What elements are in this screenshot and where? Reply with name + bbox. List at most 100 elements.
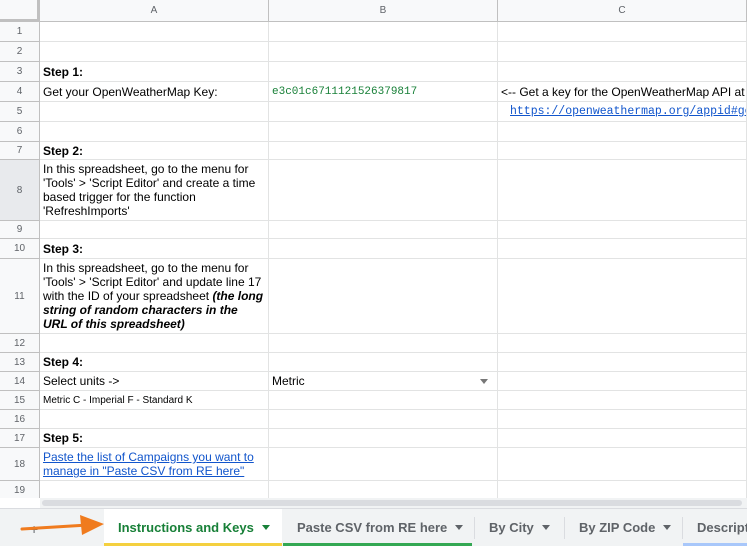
tab-by-zip-code[interactable]: By ZIP Code (565, 509, 682, 546)
table-row: 3 Step 1: (0, 62, 747, 82)
cell-a19[interactable] (40, 481, 269, 498)
cell-b13[interactable] (269, 353, 498, 372)
row-header[interactable]: 4 (0, 82, 40, 102)
cell-b10[interactable] (269, 239, 498, 259)
cell-a1[interactable] (40, 22, 269, 42)
row-header[interactable]: 2 (0, 42, 40, 62)
chevron-down-icon[interactable] (480, 378, 488, 384)
tab-description[interactable]: Descript (683, 509, 747, 546)
cell-b17[interactable] (269, 429, 498, 448)
row-header[interactable]: 8 (0, 160, 40, 221)
select-all-corner[interactable] (0, 0, 40, 22)
cell-a6[interactable] (40, 122, 269, 142)
cell-a2[interactable] (40, 42, 269, 62)
row-header[interactable]: 16 (0, 410, 40, 429)
cell-c16[interactable] (498, 410, 747, 429)
column-header-a[interactable]: A (40, 0, 269, 22)
cell-b11[interactable] (269, 259, 498, 334)
cell-c11[interactable] (498, 259, 747, 334)
chevron-down-icon[interactable] (455, 525, 464, 530)
cell-b16[interactable] (269, 410, 498, 429)
cell-b2[interactable] (269, 42, 498, 62)
api-key-value[interactable]: e3c01c6711121526379817 (269, 82, 498, 102)
api-key-label[interactable]: Get your OpenWeatherMap Key: (40, 82, 269, 102)
cell-b5[interactable] (269, 102, 498, 122)
step-3-instructions[interactable]: In this spreadsheet, go to the menu for … (40, 259, 269, 334)
cell-b1[interactable] (269, 22, 498, 42)
table-row: 5 https://openweathermap.org/appid#get (0, 102, 747, 122)
cell-c19[interactable] (498, 481, 747, 498)
cell-b12[interactable] (269, 334, 498, 353)
row-header[interactable]: 18 (0, 448, 40, 481)
cell-a16[interactable] (40, 410, 269, 429)
tab-instructions-and-keys[interactable]: Instructions and Keys (104, 509, 282, 546)
cell-b6[interactable] (269, 122, 498, 142)
cell-a9[interactable] (40, 221, 269, 239)
units-dropdown[interactable]: Metric (269, 372, 498, 391)
cell-a5[interactable] (40, 102, 269, 122)
row-header[interactable]: 17 (0, 429, 40, 448)
table-row: 12 (0, 334, 747, 353)
step-5-link[interactable]: Paste the list of Campaigns you want to … (40, 448, 269, 481)
row-header[interactable]: 10 (0, 239, 40, 259)
chevron-down-icon[interactable] (541, 525, 550, 530)
cell-b19[interactable] (269, 481, 498, 498)
openweathermap-link[interactable]: https://openweathermap.org/appid#get (498, 102, 747, 122)
cell-b7[interactable] (269, 142, 498, 160)
cell-b15[interactable] (269, 391, 498, 410)
step-1-heading[interactable]: Step 1: (40, 62, 269, 82)
tab-paste-csv-from-re-here[interactable]: Paste CSV from RE here (283, 509, 472, 546)
column-header-b[interactable]: B (269, 0, 498, 22)
row-header[interactable]: 11 (0, 259, 40, 334)
table-row: 14 Select units -> Metric (0, 372, 747, 391)
cell-b18[interactable] (269, 448, 498, 481)
step-5-heading[interactable]: Step 5: (40, 429, 269, 448)
cell-c1[interactable] (498, 22, 747, 42)
cell-c17[interactable] (498, 429, 747, 448)
cell-b3[interactable] (269, 62, 498, 82)
spreadsheet-grid[interactable]: A B C 1 2 3 Step 1: 4 Get your OpenWeath… (0, 0, 747, 498)
cell-c14[interactable] (498, 372, 747, 391)
cell-c7[interactable] (498, 142, 747, 160)
cell-c15[interactable] (498, 391, 747, 410)
row-header[interactable]: 9 (0, 221, 40, 239)
sheet-tab-bar: Instructions and Keys Paste CSV from RE … (0, 508, 747, 546)
row-header[interactable]: 12 (0, 334, 40, 353)
cell-c18[interactable] (498, 448, 747, 481)
row-header[interactable]: 6 (0, 122, 40, 142)
step-4-heading[interactable]: Step 4: (40, 353, 269, 372)
cell-c8[interactable] (498, 160, 747, 221)
tab-label: By City (489, 520, 534, 535)
row-header[interactable]: 19 (0, 481, 40, 498)
row-header[interactable]: 7 (0, 142, 40, 160)
api-key-note[interactable]: <-- Get a key for the OpenWeatherMap API… (498, 82, 747, 102)
cell-c2[interactable] (498, 42, 747, 62)
row-header[interactable]: 14 (0, 372, 40, 391)
step-2-heading[interactable]: Step 2: (40, 142, 269, 160)
cell-c10[interactable] (498, 239, 747, 259)
cell-a12[interactable] (40, 334, 269, 353)
table-row: 10 Step 3: (0, 239, 747, 259)
column-header-c[interactable]: C (498, 0, 747, 22)
row-header[interactable]: 3 (0, 62, 40, 82)
cell-c3[interactable] (498, 62, 747, 82)
cell-c6[interactable] (498, 122, 747, 142)
chevron-down-icon[interactable] (261, 525, 270, 530)
cell-b8[interactable] (269, 160, 498, 221)
cell-c9[interactable] (498, 221, 747, 239)
row-header[interactable]: 1 (0, 22, 40, 42)
cell-b9[interactable] (269, 221, 498, 239)
units-legend[interactable]: Metric C - Imperial F - Standard K (40, 391, 269, 410)
cell-c13[interactable] (498, 353, 747, 372)
tab-by-city[interactable]: By City (475, 509, 564, 546)
horizontal-scrollbar-thumb[interactable] (42, 500, 742, 506)
row-header[interactable]: 15 (0, 391, 40, 410)
chevron-down-icon[interactable] (663, 525, 672, 530)
row-header[interactable]: 5 (0, 102, 40, 122)
cell-c12[interactable] (498, 334, 747, 353)
row-header[interactable]: 13 (0, 353, 40, 372)
step-2-instructions[interactable]: In this spreadsheet, go to the menu for … (40, 160, 269, 221)
step-3-heading[interactable]: Step 3: (40, 239, 269, 259)
units-dropdown-value: Metric (272, 374, 305, 388)
select-units-label[interactable]: Select units -> (40, 372, 269, 391)
